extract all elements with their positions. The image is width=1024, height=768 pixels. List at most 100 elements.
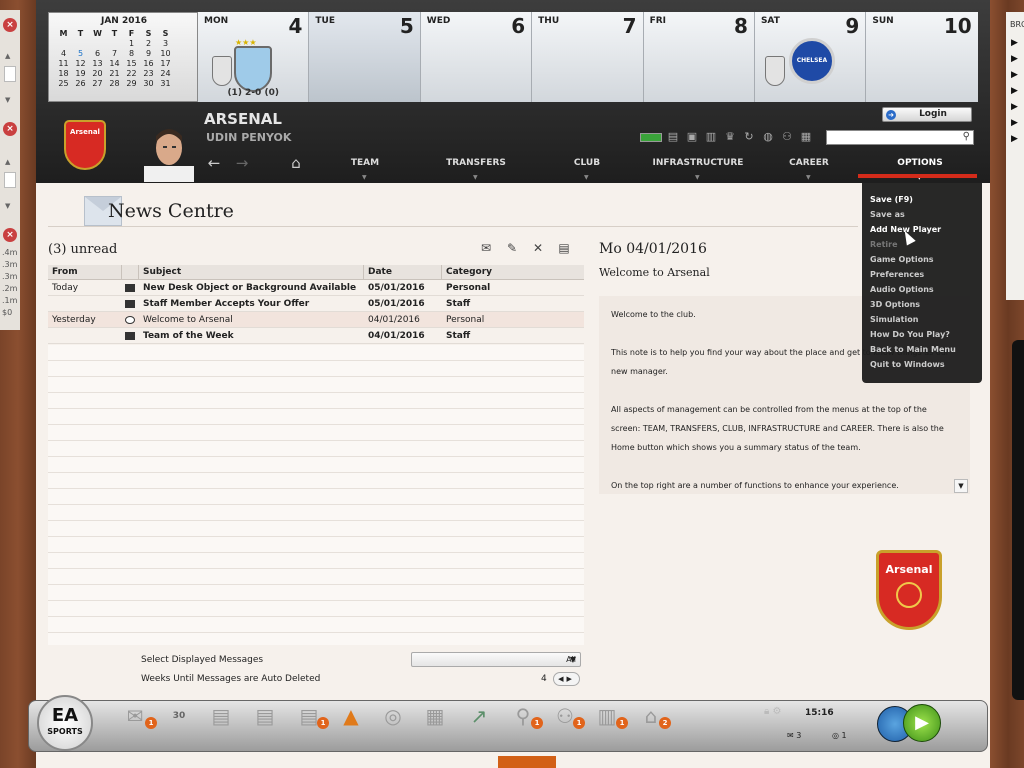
menu-item-quit-to-windows[interactable]: Quit to Windows bbox=[870, 357, 974, 372]
play-arrow-icon[interactable]: ▶ bbox=[1011, 86, 1018, 96]
calendar-day[interactable]: 20 bbox=[89, 69, 106, 79]
calendar-day[interactable]: 8 bbox=[123, 49, 140, 59]
calendar-day[interactable]: 15 bbox=[123, 59, 140, 69]
notebook-icon[interactable]: ▦ bbox=[798, 130, 814, 144]
menu-item-save[interactable]: Save (F9) bbox=[870, 192, 974, 207]
play-arrow-icon[interactable]: ▶ bbox=[1011, 54, 1018, 64]
play-arrow-icon[interactable]: ▶ bbox=[1011, 70, 1018, 80]
calendar-day[interactable]: 30 bbox=[140, 79, 157, 89]
tactics-board-icon[interactable]: ◎ bbox=[379, 703, 407, 729]
window-icon[interactable]: ▣ bbox=[684, 130, 700, 144]
scroll-down-icon[interactable]: ▼ bbox=[5, 96, 10, 104]
search-icon[interactable]: ⚲ bbox=[963, 131, 970, 142]
calendar-day[interactable]: 10 bbox=[157, 49, 174, 59]
stadium-icon[interactable]: ▦ bbox=[421, 703, 449, 729]
table-row[interactable]: Staff Member Accepts Your Offer 05/01/20… bbox=[48, 296, 584, 312]
menu-item-3d-options[interactable]: 3D Options bbox=[870, 297, 974, 312]
calendar-day[interactable]: 11 bbox=[55, 59, 72, 69]
nav-club[interactable]: CLUB ▼ bbox=[532, 150, 642, 181]
scroll-up-icon[interactable]: ▲ bbox=[5, 52, 10, 60]
calendar-day[interactable]: 24 bbox=[157, 69, 174, 79]
calendar-day[interactable]: 22 bbox=[123, 69, 140, 79]
people-icon[interactable]: ⚇ bbox=[779, 130, 795, 144]
calendar-day[interactable]: 14 bbox=[106, 59, 123, 69]
column-header-from[interactable]: From bbox=[48, 265, 122, 279]
menu-item-save-as[interactable]: Save as bbox=[870, 207, 974, 222]
menu-item-preferences[interactable]: Preferences bbox=[870, 267, 974, 282]
calendar-day[interactable]: 13 bbox=[89, 59, 106, 69]
archive-message-icon[interactable]: ▤ bbox=[556, 241, 572, 257]
day-column-thu[interactable]: THU 7 bbox=[532, 12, 644, 102]
play-arrow-icon[interactable]: ▶ bbox=[1011, 118, 1018, 128]
weeks-stepper[interactable]: ◀▶ bbox=[553, 672, 580, 686]
calendar-day[interactable]: 25 bbox=[55, 79, 72, 89]
calendar-day[interactable]: 23 bbox=[140, 69, 157, 79]
battery-icon[interactable] bbox=[640, 133, 662, 142]
day-column-sun[interactable]: SUN 10 bbox=[866, 12, 978, 102]
calendar-day[interactable]: 4 bbox=[55, 49, 72, 59]
continue-play-button[interactable]: ▶ bbox=[903, 704, 941, 742]
calendar-day[interactable]: 12 bbox=[72, 59, 89, 69]
opponent-crest-icon[interactable] bbox=[234, 46, 272, 92]
menu-item-back-to-main-menu[interactable]: Back to Main Menu bbox=[870, 342, 974, 357]
menu-item-simulation[interactable]: Simulation bbox=[870, 312, 974, 327]
delete-message-icon[interactable]: ✕ bbox=[530, 241, 546, 257]
nav-career[interactable]: CAREER ▼ bbox=[754, 150, 864, 181]
play-arrow-icon[interactable]: ▶ bbox=[1011, 102, 1018, 112]
ea-sports-logo[interactable]: EA SPORTS bbox=[37, 695, 93, 751]
finances-2-icon[interactable]: ▤ bbox=[251, 703, 279, 729]
calendar-day[interactable]: 29 bbox=[123, 79, 140, 89]
calendar-icon[interactable]: 30 bbox=[165, 703, 193, 729]
manager-avatar[interactable] bbox=[144, 122, 194, 182]
lock-icon[interactable]: 🔒︎ ⚙︎ bbox=[764, 706, 781, 717]
stats-chart-icon[interactable]: ▥ bbox=[703, 130, 719, 144]
scroll-up-icon[interactable]: ▲ bbox=[5, 158, 10, 166]
table-row[interactable]: Today New Desk Object or Background Avai… bbox=[48, 280, 584, 296]
mark-read-icon[interactable]: ✎ bbox=[504, 241, 520, 257]
day-column-wed[interactable]: WED 6 bbox=[420, 12, 533, 102]
calendar-day[interactable]: 17 bbox=[157, 59, 174, 69]
column-header-subject[interactable]: Subject bbox=[139, 265, 364, 279]
calendar-day[interactable]: 18 bbox=[55, 69, 72, 79]
play-arrow-icon[interactable]: ▶ bbox=[1011, 38, 1018, 48]
nav-options[interactable]: OPTIONS▼ bbox=[865, 150, 975, 181]
back-arrow-icon[interactable]: ← bbox=[202, 150, 226, 176]
scroll-down-icon[interactable]: ▼ bbox=[954, 479, 968, 493]
day-column-mon[interactable]: MON 4 ★★★ (1) 2-0 (0) bbox=[198, 12, 310, 102]
opponent-crest-icon[interactable]: CHELSEA bbox=[788, 38, 835, 84]
menu-item-add-new-player[interactable]: Add New Player bbox=[870, 222, 974, 237]
close-icon[interactable]: × bbox=[3, 18, 17, 32]
table-row[interactable]: Team of the Week 04/01/2016 Staff bbox=[48, 328, 584, 344]
nav-infrastructure[interactable]: INFRASTRUCTURE ▼ bbox=[643, 150, 753, 181]
calendar-day[interactable]: 16 bbox=[140, 59, 157, 69]
day-column-tue[interactable]: TUE 5 bbox=[309, 12, 421, 102]
calendar-day[interactable]: 1 bbox=[123, 39, 140, 49]
globe-icon[interactable]: ◍ bbox=[760, 130, 776, 144]
calendar-day[interactable]: 5 bbox=[72, 49, 89, 59]
menu-item-audio-options[interactable]: Audio Options bbox=[870, 282, 974, 297]
day-column-fri[interactable]: FRI 8 bbox=[643, 12, 755, 102]
home-icon[interactable]: ⌂ bbox=[284, 150, 308, 176]
nav-team[interactable]: TEAM ▼ bbox=[310, 150, 420, 181]
scroll-down-icon[interactable]: ▼ bbox=[5, 202, 10, 210]
close-icon[interactable]: × bbox=[3, 228, 17, 242]
calendar-day[interactable]: 27 bbox=[89, 79, 106, 89]
growth-arrow-icon[interactable]: ↗ bbox=[465, 703, 493, 729]
calendar-day[interactable]: 7 bbox=[106, 49, 123, 59]
calendar-day[interactable]: 6 bbox=[89, 49, 106, 59]
mini-calendar[interactable]: JAN 2016 M T W T F S S 1 2 3 4 5 6 7 8 9 10 11 12 13 14 15 16 1… bbox=[48, 12, 198, 102]
refresh-icon[interactable]: ↻ bbox=[741, 130, 757, 144]
calendar-day[interactable]: 19 bbox=[72, 69, 89, 79]
calendar-day[interactable]: 28 bbox=[106, 79, 123, 89]
calendar-day[interactable]: 3 bbox=[157, 39, 174, 49]
training-cone-icon[interactable]: ▲ bbox=[337, 703, 365, 729]
trophy-icon[interactable]: ♛ bbox=[722, 130, 738, 144]
menu-item-how-do-you-play[interactable]: How Do You Play? bbox=[870, 327, 974, 342]
table-row-selected[interactable]: Yesterday Welcome to Arsenal 04/01/2016 … bbox=[48, 312, 584, 328]
calendar-day[interactable]: 26 bbox=[72, 79, 89, 89]
calendar-day[interactable]: 2 bbox=[140, 39, 157, 49]
play-arrow-icon[interactable]: ▶ bbox=[1011, 134, 1018, 144]
notes-icon[interactable]: ▤ bbox=[665, 130, 681, 144]
search-input[interactable]: ⚲ bbox=[826, 130, 974, 145]
forward-arrow-icon[interactable]: → bbox=[230, 150, 254, 176]
